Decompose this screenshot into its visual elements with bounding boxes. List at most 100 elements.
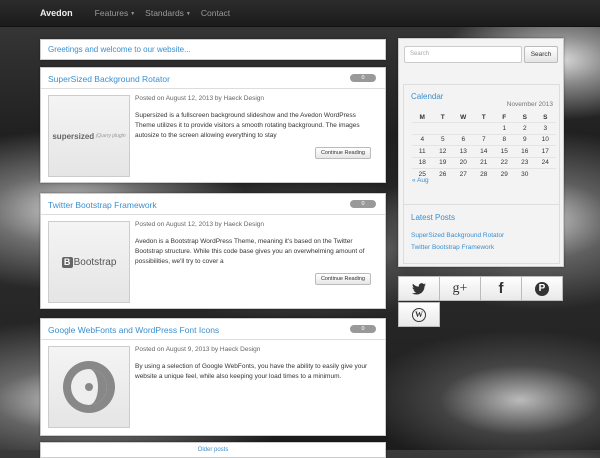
- calendar-day: 23: [514, 156, 535, 169]
- search-placeholder: Search: [410, 51, 430, 57]
- calendar-day: 3: [535, 122, 556, 134]
- nav-standards-label: Standards: [145, 8, 184, 18]
- latest-post-link[interactable]: SuperSized Background Rotator: [411, 232, 504, 239]
- font-icon-logo-icon: [63, 361, 115, 413]
- calendar-month: November 2013: [506, 101, 553, 108]
- calendar-week: 1 2 3: [412, 122, 556, 134]
- calendar-day: 13: [453, 145, 474, 157]
- post-card: SuperSized Background Rotator 0 supersiz…: [40, 67, 386, 183]
- older-posts-bar: Older posts: [40, 442, 386, 458]
- continue-reading-button[interactable]: Continue Reading: [314, 147, 371, 159]
- calendar-day: 22: [494, 156, 515, 169]
- calendar-prev-link[interactable]: « Aug: [412, 177, 429, 184]
- calendar-day: [432, 122, 453, 134]
- calendar-day: 5: [432, 133, 453, 146]
- facebook-button[interactable]: f: [480, 276, 522, 301]
- calendar-day: [412, 122, 433, 134]
- divider: [41, 339, 385, 340]
- calendar-day: 2: [514, 122, 535, 134]
- thumb-logo-subtext: jQuery plugin: [96, 133, 126, 139]
- brand-link[interactable]: Avedon: [40, 8, 73, 18]
- calendar-day: 11: [412, 145, 433, 157]
- comment-count-badge[interactable]: 0: [350, 200, 376, 208]
- post-excerpt: Supersized is a fullscreen background sl…: [135, 112, 360, 139]
- wordpress-button[interactable]: W: [398, 302, 440, 327]
- calendar-day: 24: [535, 156, 556, 169]
- weekday: T: [440, 113, 445, 121]
- calendar-day: 14: [473, 145, 494, 157]
- nav-contact[interactable]: Contact: [201, 8, 230, 18]
- post-meta: Posted on August 12, 2013 by Haeck Desig…: [135, 95, 265, 102]
- nav-standards[interactable]: Standards ▼: [145, 8, 191, 18]
- wordpress-icon: W: [412, 307, 426, 322]
- twitter-button[interactable]: [398, 276, 440, 301]
- pinterest-icon: P: [535, 281, 549, 296]
- calendar-table: M T W T F S S 1 2 3 4 5 6 7 8 9 10 11 12…: [412, 112, 556, 180]
- post-card: Twitter Bootstrap Framework 0 B Bootstrap…: [40, 193, 386, 309]
- pinterest-button[interactable]: P: [521, 276, 563, 301]
- bootstrap-b-icon: B: [61, 256, 73, 268]
- post-thumbnail[interactable]: [48, 346, 130, 428]
- post-thumbnail[interactable]: supersized jQuery plugin: [48, 95, 130, 177]
- latest-posts-widget: Latest Posts SuperSized Background Rotat…: [403, 204, 560, 264]
- divider: [41, 88, 385, 89]
- older-posts-link[interactable]: Older posts: [41, 447, 385, 453]
- weekday: T: [481, 113, 486, 121]
- post-thumbnail[interactable]: B Bootstrap: [48, 221, 130, 303]
- continue-reading-button[interactable]: Continue Reading: [314, 273, 371, 285]
- calendar-day: 8: [494, 133, 515, 146]
- facebook-icon: f: [498, 280, 504, 297]
- google-plus-icon: g+: [452, 280, 468, 296]
- search-input[interactable]: Search: [404, 46, 522, 63]
- calendar-day: 21: [473, 156, 494, 169]
- calendar-week: 11 12 13 14 15 16 17: [412, 145, 556, 157]
- thumb-logo-text: Bootstrap: [73, 256, 117, 268]
- calendar-day: 17: [535, 145, 556, 157]
- sidebar: Search Search Calendar November 2013 M T…: [398, 38, 564, 267]
- calendar-day: 10: [535, 133, 556, 146]
- nav-features-label: Features: [94, 8, 129, 18]
- calendar-week: 4 5 6 7 8 9 10: [412, 133, 556, 146]
- caret-down-icon: ▼: [130, 10, 136, 17]
- post-title-link[interactable]: Google WebFonts and WordPress Font Icons: [48, 325, 219, 335]
- calendar-week: 18 19 20 21 22 23 24: [412, 156, 556, 169]
- welcome-panel: Greetings and welcome to our website...: [40, 39, 386, 60]
- calendar-day: 19: [432, 156, 453, 169]
- calendar-day: 29: [494, 168, 515, 180]
- calendar-day: 15: [494, 145, 515, 157]
- calendar-day: 1: [494, 122, 515, 134]
- google-plus-button[interactable]: g+: [439, 276, 481, 301]
- post-title-link[interactable]: SuperSized Background Rotator: [48, 74, 170, 84]
- caret-down-icon: ▼: [185, 10, 191, 17]
- post-meta: Posted on August 12, 2013 by Haeck Desig…: [135, 221, 265, 228]
- calendar-day: 18: [412, 156, 433, 169]
- calendar-day: 20: [453, 156, 474, 169]
- weekday: S: [522, 113, 527, 121]
- weekday: S: [543, 113, 548, 121]
- twitter-icon: [412, 282, 426, 295]
- search-button[interactable]: Search: [524, 46, 558, 63]
- post-title-link[interactable]: Twitter Bootstrap Framework: [48, 200, 157, 210]
- calendar-day: 16: [514, 145, 535, 157]
- weekday: F: [502, 113, 507, 121]
- post-card: Google WebFonts and WordPress Font Icons…: [40, 318, 386, 436]
- calendar-day: 12: [432, 145, 453, 157]
- welcome-text: Greetings and welcome to our website...: [48, 45, 191, 54]
- calendar-day: 9: [514, 133, 535, 146]
- weekday: W: [460, 113, 467, 121]
- post-meta: Posted on August 9, 2013 by Haeck Design: [135, 346, 261, 353]
- calendar-widget: Calendar November 2013 M T W T F S S 1 2…: [403, 84, 560, 211]
- calendar-day: 28: [473, 168, 494, 180]
- calendar-day: 4: [412, 133, 433, 146]
- latest-post-link[interactable]: Twitter Bootstrap Framework: [411, 244, 494, 251]
- calendar-day: [473, 122, 494, 134]
- post-excerpt: By using a selection of Google WebFonts,…: [135, 363, 368, 380]
- comment-count-badge[interactable]: 0: [350, 74, 376, 82]
- calendar-day: [453, 122, 474, 134]
- comment-count-badge[interactable]: 0: [350, 325, 376, 333]
- calendar-day: 30: [514, 168, 535, 180]
- nav-features[interactable]: Features ▼: [95, 8, 136, 18]
- navbar: Avedon Features ▼ Standards ▼ Contact: [0, 0, 600, 27]
- calendar-title: Calendar: [411, 92, 444, 101]
- calendar-day: 26: [432, 168, 453, 180]
